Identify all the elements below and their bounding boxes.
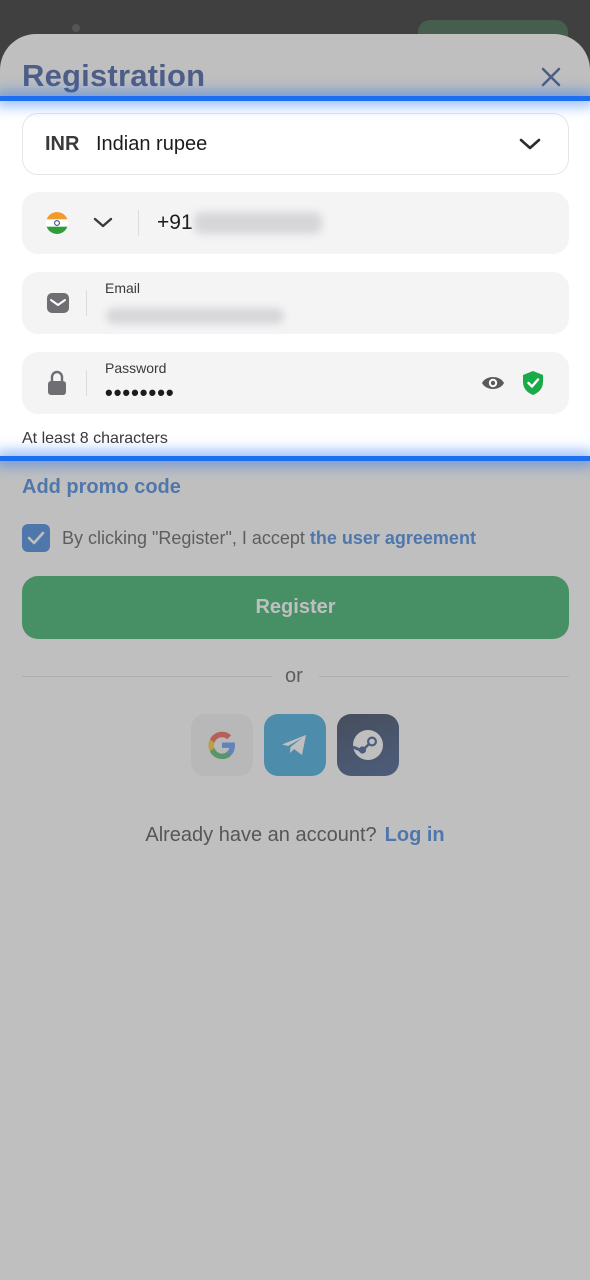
lock-icon [48, 370, 66, 395]
register-button[interactable]: Register [22, 576, 569, 639]
phone-field[interactable]: +91 [22, 192, 569, 254]
divider-or: or [285, 665, 303, 687]
phone-dial-code: +91 [157, 211, 193, 234]
login-prompt: Already have an account? [145, 824, 377, 846]
chevron-down-icon [519, 138, 541, 150]
divider-left [22, 676, 272, 677]
login-row: Already have an account? Log in [0, 824, 590, 847]
agreement-checkbox[interactable] [22, 524, 50, 552]
currency-code: INR [45, 133, 80, 155]
steam-login-button[interactable] [337, 714, 399, 776]
divider-right [319, 676, 569, 677]
google-icon [208, 731, 235, 759]
registration-sheet: Registration INR Indian rupee +91 Email [0, 34, 590, 1280]
password-label: Password [105, 360, 167, 376]
telegram-login-button[interactable] [264, 714, 326, 776]
currency-name: Indian rupee [96, 133, 208, 155]
phone-number-redacted [194, 212, 322, 234]
password-divider [86, 370, 87, 396]
check-icon [27, 531, 45, 545]
agreement-prefix: By clicking "Register", I accept [62, 528, 310, 548]
phone-divider [138, 210, 139, 236]
mail-icon [47, 293, 69, 313]
country-chevron-down-icon[interactable] [92, 214, 114, 232]
email-value-redacted [106, 308, 284, 324]
telegram-icon [282, 735, 306, 755]
login-link[interactable]: Log in [385, 824, 445, 846]
eye-icon[interactable] [481, 373, 505, 393]
page-title: Registration [22, 58, 206, 93]
user-agreement-link[interactable]: the user agreement [310, 528, 476, 548]
password-value: •••••••• [105, 380, 175, 405]
add-promo-code-link[interactable]: Add promo code [22, 476, 181, 499]
background-dot [72, 24, 80, 32]
email-field[interactable]: Email [22, 272, 569, 334]
agreement-text: By clicking "Register", I accept the use… [62, 528, 476, 549]
close-icon[interactable] [536, 62, 566, 92]
email-divider [86, 290, 87, 316]
google-login-button[interactable] [191, 714, 253, 776]
email-label: Email [105, 280, 141, 296]
currency-select[interactable]: INR Indian rupee [22, 113, 569, 175]
password-hint: At least 8 characters [22, 430, 168, 447]
shield-check-icon [523, 371, 543, 395]
steam-icon [352, 730, 383, 760]
password-field[interactable]: Password •••••••• [22, 352, 569, 414]
india-flag-icon [46, 212, 68, 234]
